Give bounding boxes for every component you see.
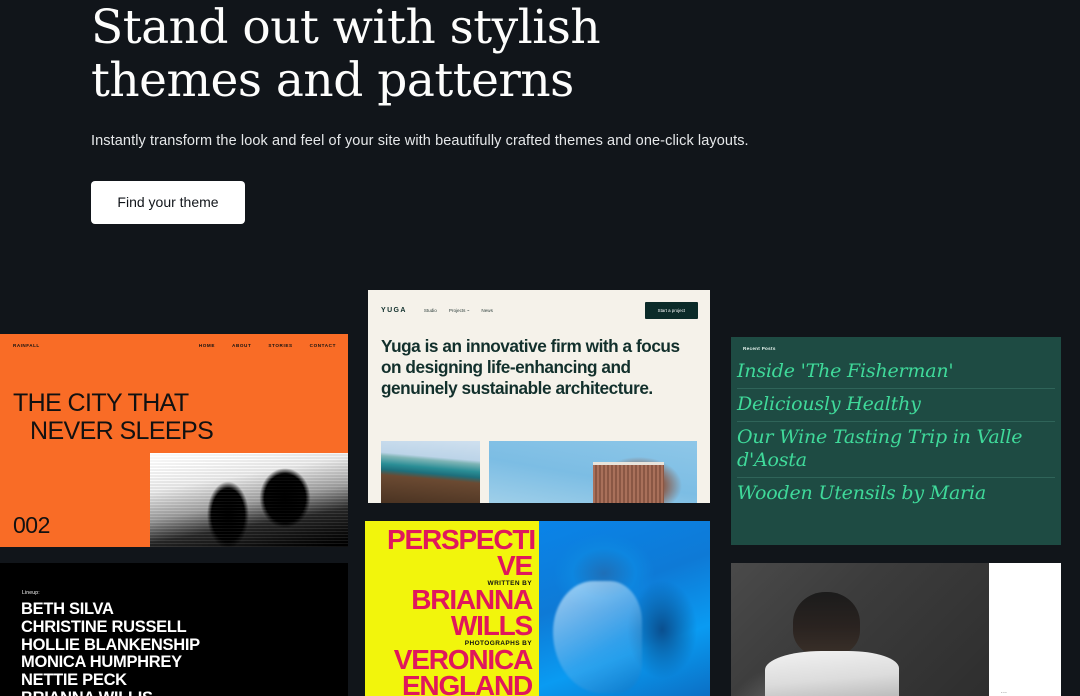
theme-card-rainfall[interactable]: RAINFALL HOME ABOUT STORIES CONTACT THE … — [0, 334, 348, 547]
perspective-author-line-2: WILLS — [450, 610, 533, 642]
page-title: Stand out with stylish themes and patter… — [91, 0, 971, 107]
rainfall-photo — [150, 453, 348, 547]
page-title-line-1: Stand out with stylish — [91, 0, 601, 55]
theme-card-yuga[interactable]: YUGA Studio Projects ~ News Start a proj… — [368, 290, 710, 503]
rainfall-nav-home[interactable]: HOME — [199, 343, 215, 348]
yuga-nav-studio[interactable]: Studio — [424, 308, 437, 313]
rainfall-nav-stories[interactable]: STORIES — [268, 343, 292, 348]
page-title-line-2: themes and patterns — [91, 52, 574, 108]
list-item[interactable]: Our Wine Tasting Trip in Valle d'Aosta — [737, 422, 1055, 478]
list-item[interactable]: Deliciously Healthy — [737, 389, 1055, 423]
list-item[interactable]: Inside 'The Fisherman' — [737, 356, 1055, 390]
yuga-nav-links: Studio Projects ~ News — [424, 308, 493, 313]
recent-posts-list: Inside 'The Fisherman' Deliciously Healt… — [737, 356, 1055, 510]
yuga-nav-news[interactable]: News — [481, 308, 493, 313]
yuga-navbar: YUGA Studio Projects ~ News Start a proj… — [368, 290, 710, 319]
perspective-title-line-2: VE — [497, 550, 533, 582]
theme-card-portrait[interactable]: ... — [731, 563, 1061, 696]
portrait-photo — [731, 563, 989, 696]
recent-posts-label: Recent Posts — [743, 346, 776, 351]
perspective-photo — [539, 521, 710, 696]
lineup-name-list: BETH SILVA CHRISTINE RUSSELL HOLLIE BLAN… — [21, 600, 348, 696]
rainfall-headline: THE CITY THAT NEVER SLEEPS — [13, 389, 348, 445]
rainfall-issue-number: 002 — [13, 512, 50, 538]
theme-card-perspective[interactable]: PERSPECTI VE WRITTEN BY BRIANNA WILLS PH… — [365, 521, 710, 696]
rainfall-headline-line-1: THE CITY THAT — [13, 389, 189, 417]
themes-landing-page: Stand out with stylish themes and patter… — [0, 0, 1080, 696]
perspective-text-panel: PERSPECTI VE WRITTEN BY BRIANNA WILLS PH… — [365, 521, 539, 696]
rainfall-navbar: RAINFALL HOME ABOUT STORIES CONTACT — [0, 334, 348, 348]
list-item: MONICA HUMPHREY — [21, 653, 182, 672]
list-item: HOLLIE BLANKENSHIP — [21, 635, 200, 654]
theme-card-lineup[interactable]: Lineup: BETH SILVA CHRISTINE RUSSELL HOL… — [0, 563, 348, 696]
perspective-photographer-line-2: ENGLAND — [401, 670, 533, 696]
list-item[interactable]: Wooden Utensils by Maria — [737, 478, 1055, 510]
yuga-image-right — [489, 441, 697, 503]
list-item: NETTIE PECK — [21, 671, 127, 690]
rainfall-nav-contact[interactable]: CONTACT — [310, 343, 336, 348]
hero-section: Stand out with stylish themes and patter… — [91, 0, 971, 224]
find-your-theme-button[interactable]: Find your theme — [91, 181, 245, 224]
yuga-image-grid — [381, 441, 697, 503]
yuga-logo: YUGA — [381, 307, 407, 314]
theme-card-recent-posts[interactable]: Recent Posts Inside 'The Fisherman' Deli… — [731, 337, 1061, 545]
hero-subtitle: Instantly transform the look and feel of… — [91, 133, 749, 150]
portrait-panel-text: ... — [1001, 689, 1008, 695]
yuga-nav-projects[interactable]: Projects ~ — [449, 308, 470, 313]
rainfall-headline-line-2: NEVER SLEEPS — [30, 417, 214, 445]
yuga-start-project-button[interactable]: Start a project — [644, 302, 698, 319]
rainfall-nav-links: HOME ABOUT STORIES CONTACT — [199, 343, 336, 348]
yuga-image-left — [381, 441, 480, 503]
rainfall-nav-about[interactable]: ABOUT — [232, 343, 251, 348]
list-item: CHRISTINE RUSSELL — [21, 617, 187, 636]
yuga-headline: Yuga is an innovative firm with a focus … — [381, 336, 680, 399]
list-item: BRIANNA WILLIS — [21, 689, 348, 696]
list-item: BETH SILVA — [21, 600, 114, 618]
portrait-white-panel: ... — [989, 563, 1061, 696]
lineup-label: Lineup: — [22, 590, 40, 596]
rainfall-logo: RAINFALL — [13, 343, 40, 348]
